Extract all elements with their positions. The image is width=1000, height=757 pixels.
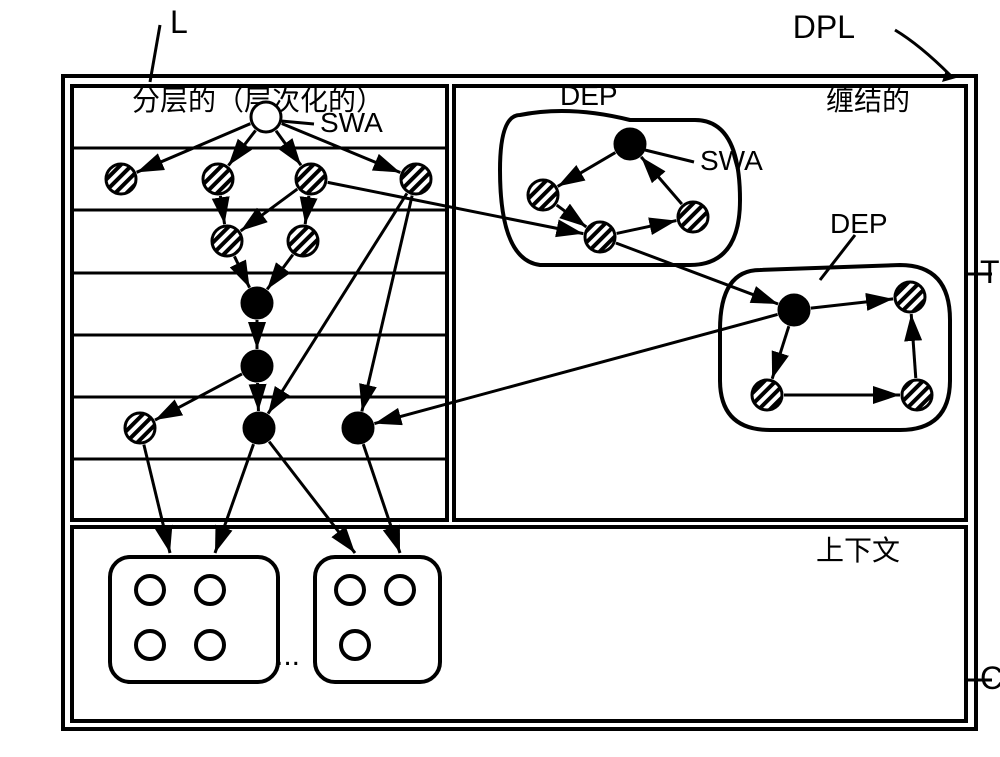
edge-right	[616, 243, 778, 304]
edge-right	[811, 299, 893, 308]
edge-right	[558, 153, 616, 187]
node-root	[251, 102, 281, 132]
leader-dep-bottom	[820, 235, 855, 280]
context-node	[136, 631, 164, 659]
edge-left	[220, 196, 224, 224]
right-panel-title: 缠结的	[826, 85, 910, 116]
outer-frame	[63, 76, 976, 729]
label-dep-bottom: DEP	[830, 208, 888, 239]
edge-left	[305, 196, 309, 224]
edge-right	[557, 205, 587, 227]
context-node	[386, 576, 414, 604]
edge-cross	[374, 314, 777, 423]
leader-L	[150, 25, 160, 82]
context-node	[136, 576, 164, 604]
node-r3	[242, 288, 272, 318]
node-r2c	[288, 226, 318, 256]
context-group-1	[110, 557, 278, 682]
edge-right	[641, 157, 682, 204]
label-dep-top: DEP	[560, 80, 618, 111]
node-bD	[902, 380, 932, 410]
label-C: C	[980, 660, 1000, 696]
node-tB	[528, 180, 558, 210]
label-swa-left: SWA	[320, 107, 383, 138]
leader-swa-left	[281, 121, 314, 124]
node-r2b	[212, 226, 242, 256]
node-tC	[585, 222, 615, 252]
context-group-2	[315, 557, 440, 682]
node-bB	[895, 282, 925, 312]
node-r5b	[244, 413, 274, 443]
ellipsis-label: ...	[275, 639, 300, 672]
leader-DPL	[895, 30, 950, 75]
label-DPL: DPL	[793, 9, 855, 45]
node-tD	[678, 202, 708, 232]
label-T: T	[980, 254, 1000, 290]
label-L: L	[170, 4, 188, 40]
node-r5a	[125, 413, 155, 443]
context-node	[196, 576, 224, 604]
leader-swa-right	[645, 150, 694, 162]
label-swa-right: SWA	[700, 145, 763, 176]
node-tA	[615, 129, 645, 159]
edge-left	[362, 196, 412, 412]
context-node	[196, 631, 224, 659]
edge-right	[772, 326, 789, 379]
node-r4	[242, 351, 272, 381]
node-r1c	[296, 164, 326, 194]
context-node	[341, 631, 369, 659]
node-bC	[752, 380, 782, 410]
node-r5c	[343, 413, 373, 443]
edge-left	[258, 383, 259, 411]
edge-right	[911, 314, 916, 378]
context-node	[336, 576, 364, 604]
edge-right	[617, 221, 677, 234]
node-bA	[779, 295, 809, 325]
bottom-panel-title: 上下文	[816, 535, 900, 566]
edge-to-context	[144, 445, 170, 553]
node-r1a	[106, 164, 136, 194]
node-r1d	[401, 164, 431, 194]
node-r1b	[203, 164, 233, 194]
